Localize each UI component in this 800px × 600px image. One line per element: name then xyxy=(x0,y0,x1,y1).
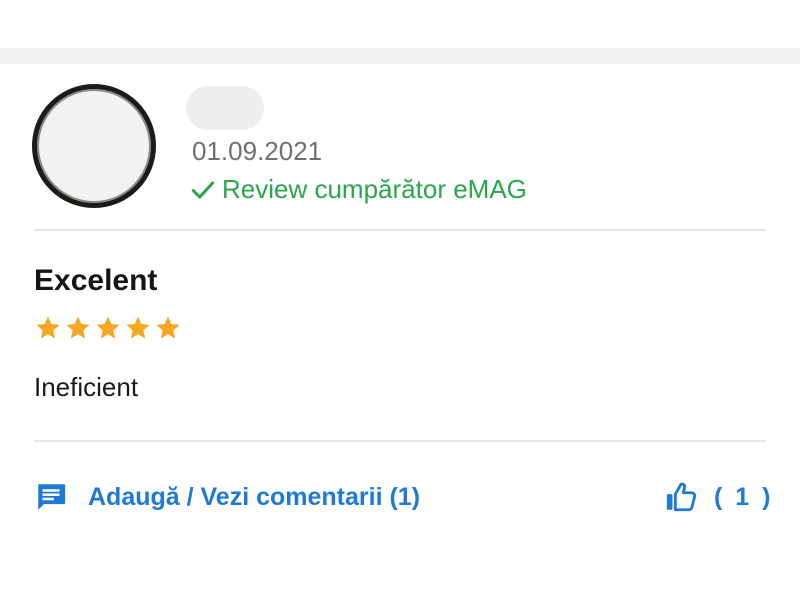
review-date: 01.09.2021 xyxy=(192,136,323,166)
review-text: Ineficient xyxy=(34,372,139,402)
like-button[interactable]: ( 1 ) xyxy=(664,480,773,514)
comments-link-label: Adaugă / Vezi comentarii (1) xyxy=(88,482,421,511)
divider xyxy=(34,229,766,231)
thumbs-up-icon xyxy=(664,480,698,514)
star-icon xyxy=(34,314,62,342)
like-count: ( 1 ) xyxy=(714,482,774,511)
check-icon xyxy=(190,177,216,203)
review-card: 01.09.2021 Review cumpărător eMAG Excele… xyxy=(0,64,800,600)
verified-buyer-label: Review cumpărător eMAG xyxy=(222,174,527,204)
star-icon xyxy=(64,314,92,342)
star-icon xyxy=(124,314,152,342)
comment-icon xyxy=(34,480,68,514)
star-icon xyxy=(94,314,122,342)
review-title: Excelent xyxy=(34,264,158,297)
add-view-comments-link[interactable]: Adaugă / Vezi comentarii (1) xyxy=(34,480,420,514)
verified-buyer-badge: Review cumpărător eMAG xyxy=(190,174,527,205)
star-rating xyxy=(34,314,182,342)
divider xyxy=(34,440,766,442)
author-name-redacted xyxy=(186,86,264,130)
top-band xyxy=(0,48,800,64)
star-icon xyxy=(154,314,182,342)
avatar xyxy=(32,84,156,208)
